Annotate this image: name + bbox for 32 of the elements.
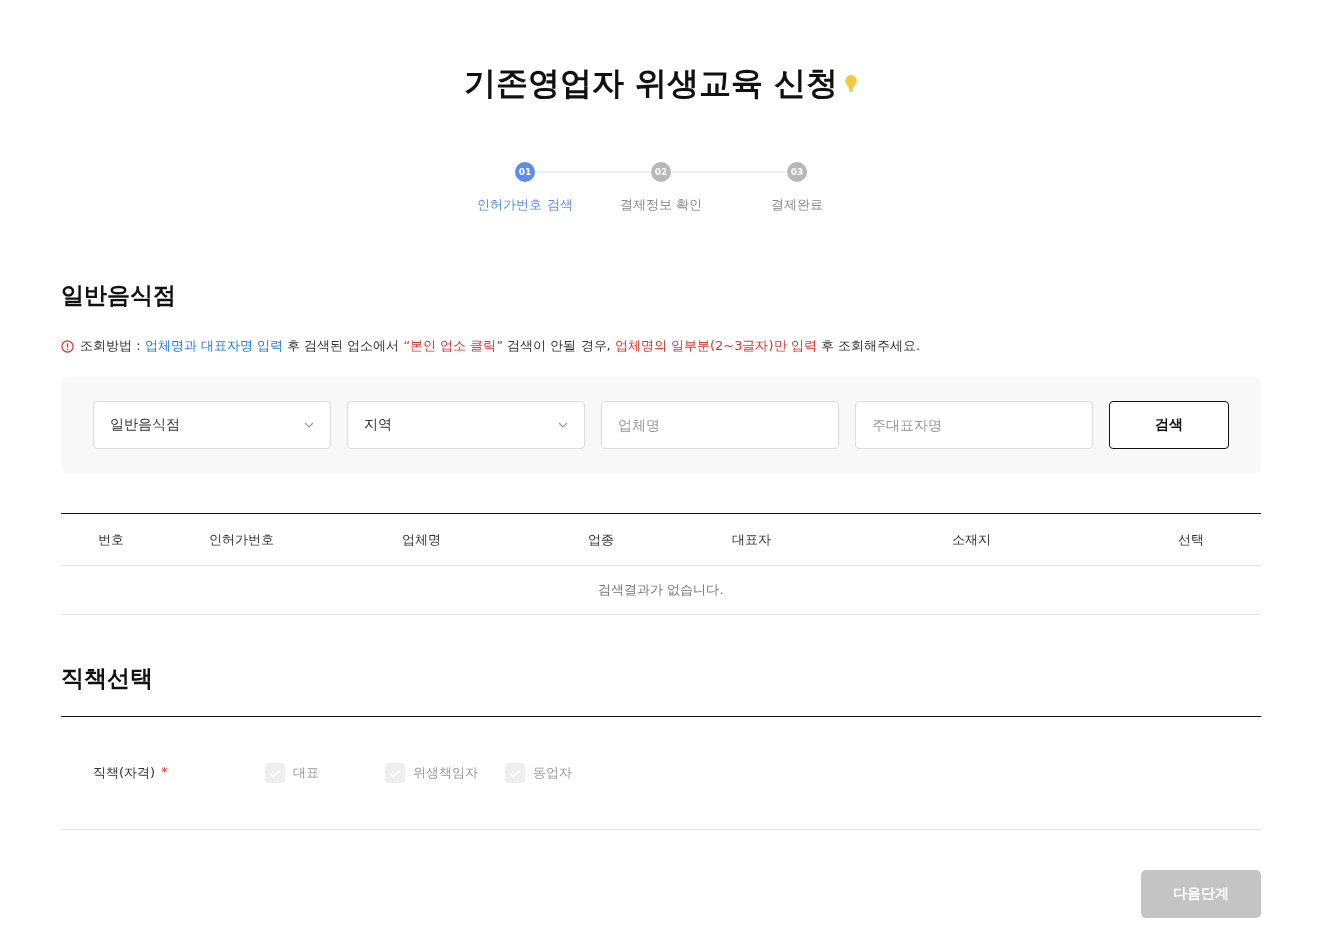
step-label: 결제정보 확인 bbox=[619, 196, 703, 214]
field-label: 직책(자격) bbox=[93, 764, 156, 782]
required-mark: * bbox=[161, 764, 168, 781]
search-instructions: 조회방법 : 업체명과 대표자명 입력 후 검색된 업소에서 “본인 업소 클릭” 검색이 안될 경우, 업체명의 일부분(2~3글자)만 입력 후 조회해주세요. bbox=[80, 337, 921, 355]
checkbox-label: 동업자 bbox=[533, 764, 572, 782]
column-header: 선택 bbox=[1178, 530, 1204, 549]
column-header: 번호 bbox=[98, 530, 124, 549]
step-number: 01 bbox=[515, 162, 535, 182]
alert-icon bbox=[61, 339, 74, 353]
column-header: 대표자 bbox=[731, 530, 771, 549]
column-header: 업체명 bbox=[401, 530, 441, 549]
column-header: 인허가번호 bbox=[208, 530, 274, 549]
step-number: 03 bbox=[787, 162, 807, 182]
empty-message: 검색결과가 없습니다. bbox=[598, 581, 724, 599]
step-label: 인허가번호 검색 bbox=[477, 196, 573, 214]
step-number: 02 bbox=[651, 162, 671, 182]
checkbox-label: 위생책임자 bbox=[413, 764, 478, 782]
page-title: 기존영업자 위생교육 신청 bbox=[463, 63, 839, 104]
input-field[interactable]: 주대표자명 bbox=[855, 401, 1093, 449]
dropdown[interactable]: 지역 bbox=[347, 401, 585, 449]
input-field[interactable]: 업체명 bbox=[601, 401, 839, 449]
light-bulb-icon bbox=[844, 74, 859, 94]
step-label: 결제완료 bbox=[771, 196, 823, 214]
search-button[interactable]: 검색 bbox=[1109, 401, 1229, 449]
column-header: 업종 bbox=[588, 530, 614, 549]
chevron-down-icon bbox=[558, 422, 568, 428]
section-heading: 일반음식점 bbox=[61, 281, 177, 310]
column-header: 소재지 bbox=[951, 530, 991, 549]
chevron-down-icon bbox=[304, 422, 314, 428]
section-heading: 직책선택 bbox=[61, 663, 1261, 717]
checkbox-label: 대표 bbox=[293, 764, 319, 782]
dropdown[interactable]: 일반음식점 bbox=[93, 401, 331, 449]
